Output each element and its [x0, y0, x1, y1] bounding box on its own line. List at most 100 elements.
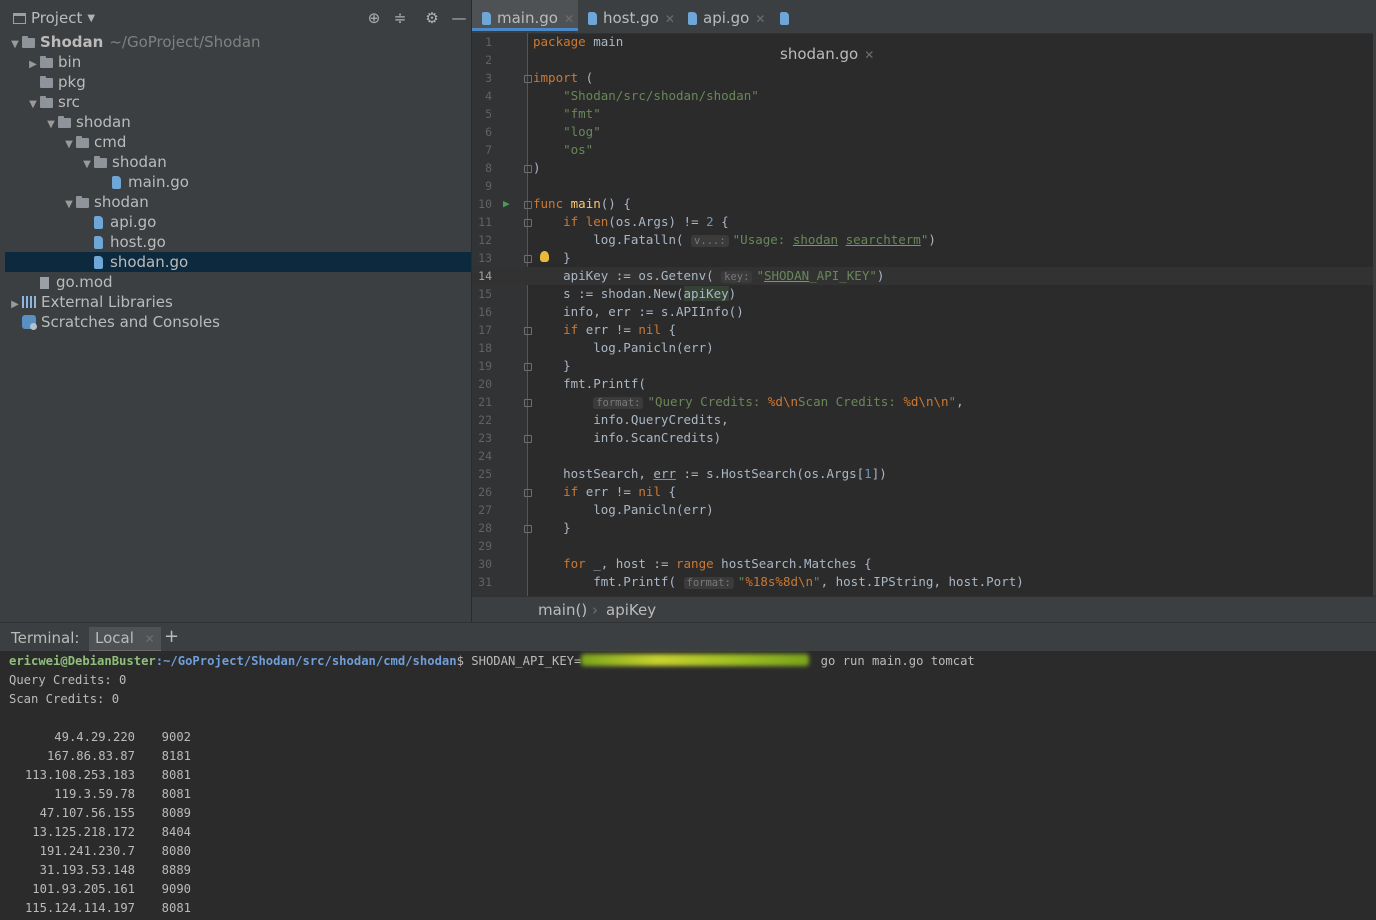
tree-item-shodan[interactable]: ▼ Shodan ~/GoProject/Shodan: [5, 32, 471, 52]
hide-icon[interactable]: —: [450, 9, 468, 27]
prompt-user: ericwei@DebianBuster: [9, 654, 156, 668]
tree-item-label: External Libraries: [41, 293, 173, 311]
code-text: }: [533, 250, 571, 265]
fold-marker-icon[interactable]: [524, 435, 532, 443]
fold-marker-icon[interactable]: [524, 399, 532, 407]
tree-item-shodan[interactable]: ▼ shodan: [5, 192, 471, 212]
result-ip: 49.4.29.220: [54, 730, 135, 744]
breadcrumb: main() › apiKey: [472, 596, 1376, 623]
tab-main-go[interactable]: main.go ✕: [472, 0, 578, 31]
fold-marker-icon[interactable]: [524, 219, 532, 227]
line-number: 26: [478, 485, 492, 499]
code-line: 11 if len(os.Args) != 2 {: [472, 213, 1374, 231]
tree-item-cmd[interactable]: ▼ cmd: [5, 132, 471, 152]
code-line: 27 log.Panicln(err): [472, 501, 1374, 519]
line-number: 20: [478, 377, 492, 391]
fold-marker-icon[interactable]: [524, 201, 532, 209]
code-line: 18 log.Panicln(err): [472, 339, 1374, 357]
line-number: 22: [478, 413, 492, 427]
code-line: 8): [472, 159, 1374, 177]
tree-item-label: src: [58, 93, 80, 111]
code-line: 26 if err != nil {: [472, 483, 1374, 501]
terminal-tab-local[interactable]: Local ✕: [89, 627, 161, 652]
line-number: 11: [478, 215, 492, 229]
close-icon[interactable]: ✕: [755, 12, 765, 26]
tree-item-scratches-and-consoles[interactable]: Scratches and Consoles: [5, 312, 471, 332]
fold-marker-icon[interactable]: [524, 489, 532, 497]
terminal-label: Terminal:: [11, 629, 80, 647]
folder-icon: [40, 96, 53, 108]
result-row: 13.125.218.172 8404: [9, 823, 191, 842]
line-number: 4: [485, 89, 492, 103]
tree-item-shodan-go[interactable]: shodan.go: [5, 252, 471, 272]
line-number: 8: [485, 161, 492, 175]
tree-item-label: api.go: [110, 213, 157, 231]
command-text: go run main.go tomcat: [813, 654, 975, 668]
breadcrumb-item-apikey[interactable]: apiKey: [606, 601, 656, 619]
tree-item-main-go[interactable]: main.go: [5, 172, 471, 192]
libraries-icon: [22, 296, 36, 308]
fold-marker-icon[interactable]: [524, 75, 532, 83]
close-icon[interactable]: ✕: [564, 12, 574, 26]
collapse-all-icon[interactable]: ≑: [391, 9, 409, 27]
fold-marker-icon[interactable]: [524, 327, 532, 335]
result-port: 8181: [161, 749, 191, 763]
code-line: 31 fmt.Printf( format: "%18s%8d\n", host.…: [472, 573, 1374, 591]
fold-marker-icon[interactable]: [524, 363, 532, 371]
fold-marker-icon[interactable]: [524, 525, 532, 533]
tab-host-go[interactable]: host.go ✕: [578, 0, 678, 34]
result-port: 8081: [161, 901, 191, 915]
tree-item-go-mod[interactable]: go.mod: [5, 272, 471, 292]
tab-shodan-go[interactable]: shodan.go ✕: [770, 0, 888, 63]
prompt-symbol: $: [456, 654, 472, 668]
folder-icon: [58, 116, 71, 128]
tree-item-external-libraries[interactable]: ▶ External Libraries: [5, 292, 471, 312]
tree-item-bin[interactable]: ▶ bin: [5, 52, 471, 72]
close-icon[interactable]: ✕: [145, 632, 155, 646]
tree-item-path: ~/GoProject/Shodan: [109, 33, 261, 51]
tab-api-go[interactable]: api.go ✕: [678, 0, 770, 34]
close-icon[interactable]: ✕: [665, 12, 675, 26]
fold-marker-icon[interactable]: [524, 165, 532, 173]
folder-icon: [76, 196, 89, 208]
result-port: 9090: [161, 882, 191, 896]
code-line: 4 "Shodan/src/shodan/shodan": [472, 87, 1374, 105]
run-icon[interactable]: ▶: [503, 195, 510, 213]
add-terminal-button[interactable]: +: [164, 626, 179, 647]
code-text: fmt.Printf( format: "%18s%8d\n", host.IPS…: [533, 574, 1024, 589]
code-line: 1 package main: [472, 33, 1374, 51]
result-ip: 167.86.83.87: [46, 749, 135, 763]
tree-item-host-go[interactable]: host.go: [5, 232, 471, 252]
result-row: 113.108.253.183 8081: [9, 766, 191, 785]
go-file-icon: [482, 12, 491, 25]
line-number: 5: [485, 107, 492, 121]
gear-icon[interactable]: ⚙: [423, 9, 441, 27]
breadcrumb-item-main[interactable]: main(): [538, 601, 587, 619]
code-line: 22 info.QueryCredits,: [472, 411, 1374, 429]
project-view-selector[interactable]: Project ▼: [13, 9, 95, 27]
result-row: 47.107.56.155 8089: [9, 804, 191, 823]
tree-item-shodan[interactable]: ▼ shodan: [5, 112, 471, 132]
code-line: 7 "os": [472, 141, 1374, 159]
code-text: log.Panicln(err): [533, 340, 714, 355]
tree-item-shodan[interactable]: ▼ shodan: [5, 152, 471, 172]
code-line: 6 "log": [472, 123, 1374, 141]
terminal-tab-label: Local: [95, 629, 134, 647]
code-line: 29: [472, 537, 1374, 555]
tree-item-src[interactable]: ▼ src: [5, 92, 471, 112]
code-text: "log": [563, 124, 601, 139]
terminal-command-line: ericwei@DebianBuster:~/GoProject/Shodan/…: [9, 652, 975, 671]
tree-item-pkg[interactable]: pkg: [5, 72, 471, 92]
code-editor[interactable]: 1 package main 2 3 import (4 "Shodan/src/sho…: [472, 33, 1374, 596]
tree-item-label: bin: [58, 53, 82, 71]
code-text: "os": [563, 142, 594, 157]
folder-icon: [40, 76, 53, 88]
locate-icon[interactable]: ⊕: [365, 9, 383, 27]
fold-marker-icon[interactable]: [524, 255, 532, 263]
chevron-down-icon: ▼: [87, 12, 96, 24]
code-text: log.Panicln(err): [533, 502, 714, 517]
line-number: 24: [478, 449, 492, 463]
terminal-output[interactable]: ericwei@DebianBuster:~/GoProject/Shodan/…: [0, 651, 1376, 920]
tree-item-api-go[interactable]: api.go: [5, 212, 471, 232]
tab-label: api.go: [703, 9, 750, 27]
